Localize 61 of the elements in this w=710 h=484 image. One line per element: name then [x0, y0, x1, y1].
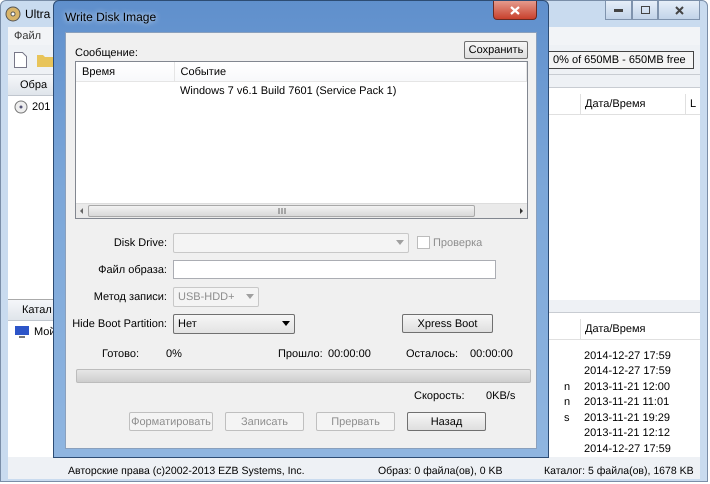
maximize-button[interactable]	[632, 1, 658, 20]
column-header[interactable]: Дата/Время	[585, 98, 646, 110]
table-cell: n	[564, 380, 570, 393]
menu-item[interactable]: Файл	[14, 30, 42, 42]
column-header[interactable]: Дата/Время	[585, 323, 646, 335]
close-button[interactable]	[658, 1, 700, 20]
status-text: Каталог: 5 файла(ов), 1678 KB	[543, 464, 695, 476]
close-icon	[674, 6, 684, 14]
close-button[interactable]	[493, 1, 537, 20]
image-file-input[interactable]	[173, 260, 496, 279]
speed-label: Скорость:	[414, 390, 466, 402]
pane-header: Катал	[22, 304, 52, 316]
message-label: Сообщение:	[75, 47, 138, 59]
pane-header: Обра	[20, 79, 48, 91]
dialog-title: Write Disk Image	[65, 10, 156, 24]
stat-label: Осталось:	[406, 348, 460, 360]
tree-item[interactable]: 201	[32, 101, 50, 113]
window-title: Ultra	[25, 7, 50, 21]
disc-icon	[14, 100, 28, 114]
table-cell: s	[564, 412, 570, 424]
status-text: Авторские права (c)2002-2013 EZB Systems, Inc.	[67, 464, 306, 476]
horizontal-scrollbar[interactable]	[76, 203, 527, 218]
grip-icon	[278, 208, 286, 214]
table-cell-text: 2013-11-21 19:29	[583, 412, 672, 424]
table-cell: n	[564, 396, 570, 408]
computer-icon	[14, 325, 30, 339]
table-cell-text: 2013-11-21 12:12	[583, 427, 672, 440]
dropdown-arrow-icon	[246, 294, 254, 299]
checkbox-label: Проверка	[433, 236, 482, 248]
stat-label: Прошло:	[278, 348, 324, 360]
dialog-button[interactable]: Назад	[407, 412, 486, 431]
stat-value: 00:00:00	[328, 348, 372, 360]
table-cell-text: 2013-11-21 12:00	[583, 380, 672, 393]
dropdown-arrow-icon	[282, 321, 290, 326]
dropdown[interactable]: Нет	[173, 314, 295, 334]
column-header[interactable]: Время	[82, 66, 116, 78]
speed-value: 0KB/s	[486, 390, 516, 402]
column-header[interactable]: Событие	[180, 66, 226, 78]
stat-label: Готово:	[102, 348, 140, 360]
log-entry: Windows 7 v6.1 Build 7601 (Service Pack 1)	[179, 85, 396, 97]
minimize-button[interactable]	[605, 1, 632, 20]
maximize-icon	[640, 6, 650, 14]
stat-value: 00:00:00	[470, 348, 514, 360]
table-cell-text: 2014-12-27 17:59	[583, 442, 672, 455]
xpress-boot-button[interactable]: Xpress Boot	[402, 314, 493, 333]
table-cell-text: 2014-12-27 17:59	[583, 350, 672, 362]
field-label: Disk Drive:	[114, 236, 167, 248]
disc-icon	[5, 6, 21, 22]
field-label: Hide Boot Partition:	[72, 318, 167, 330]
minimize-icon	[614, 8, 623, 12]
dropdown-arrow-icon	[396, 240, 404, 245]
stat-value: 0%	[166, 348, 183, 360]
new-file-icon[interactable]	[14, 52, 27, 68]
table-cell-text: 2013-11-21 11:01	[583, 396, 670, 408]
column-header[interactable]: L	[690, 98, 696, 110]
close-icon	[510, 6, 520, 14]
table-cell-text: 2014-12-27 17:59	[583, 365, 672, 378]
status-text: Образ: 0 файла(ов), 0 KB	[377, 464, 504, 476]
save-button[interactable]: Сохранить	[464, 41, 528, 59]
field-label: Файл образа:	[98, 264, 167, 276]
field-label: Метод записи:	[94, 290, 167, 302]
